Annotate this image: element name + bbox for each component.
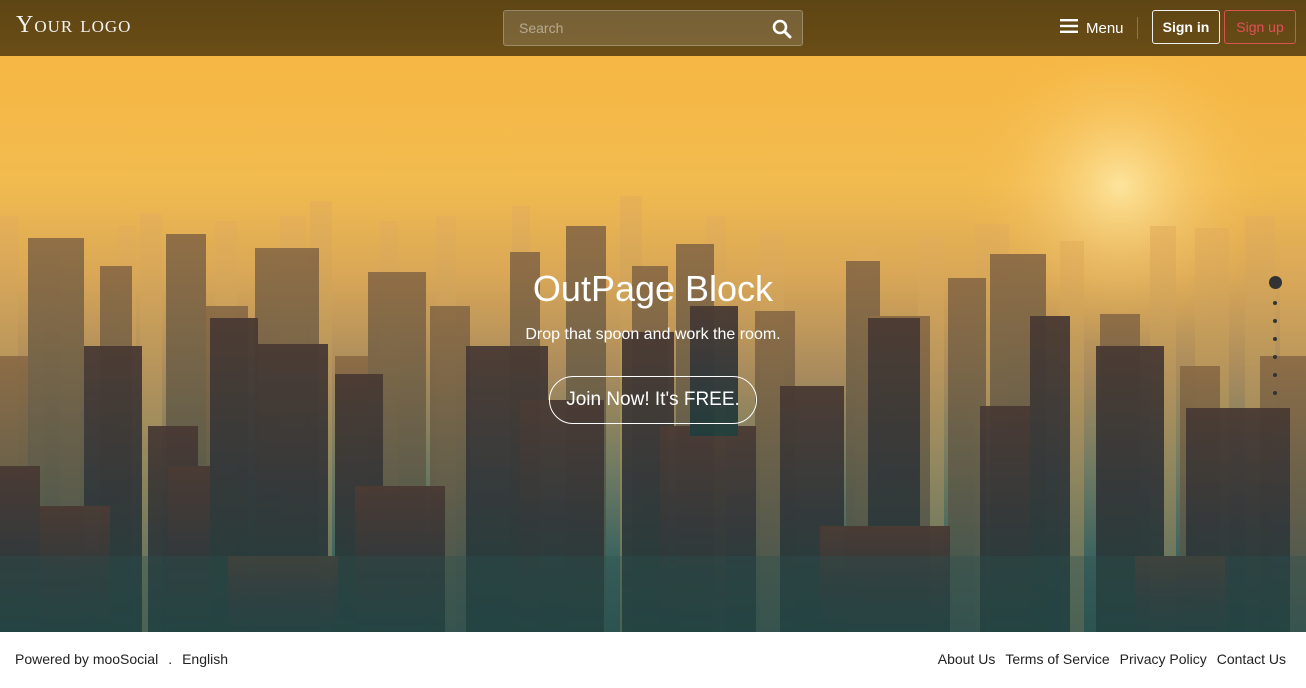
city-skyline-background xyxy=(0,56,1306,632)
slide-dot[interactable] xyxy=(1268,276,1282,289)
slider-pagination xyxy=(1266,276,1284,409)
search-input[interactable] xyxy=(504,11,760,45)
slide-dot[interactable] xyxy=(1273,391,1277,395)
search-box xyxy=(503,10,803,46)
site-logo[interactable]: Your logo xyxy=(16,12,131,39)
footer-link-privacy-policy[interactable]: Privacy Policy xyxy=(1120,651,1207,667)
footer-links: About Us Terms of Service Privacy Policy… xyxy=(938,651,1286,667)
footer-link-terms-of-service[interactable]: Terms of Service xyxy=(1005,651,1109,667)
sign-in-button[interactable]: Sign in xyxy=(1152,10,1220,44)
slide-dot[interactable] xyxy=(1273,355,1277,359)
top-navbar: Your logo Menu Sign in Sign up xyxy=(0,0,1306,56)
hero-subtitle: Drop that spoon and work the room. xyxy=(525,326,781,343)
slide-dot[interactable] xyxy=(1273,337,1277,341)
footer-link-about-us[interactable]: About Us xyxy=(938,651,996,667)
menu-button[interactable]: Menu xyxy=(1060,17,1124,39)
powered-by-link[interactable]: Powered by mooSocial xyxy=(15,651,158,667)
slide-dot[interactable] xyxy=(1273,319,1277,323)
slide-dot[interactable] xyxy=(1273,373,1277,377)
hamburger-icon xyxy=(1060,19,1078,37)
hero-title: OutPage Block xyxy=(532,268,774,309)
footer-link-contact-us[interactable]: Contact Us xyxy=(1217,651,1286,667)
search-icon[interactable] xyxy=(770,17,794,41)
menu-label: Menu xyxy=(1086,19,1124,37)
sign-up-button[interactable]: Sign up xyxy=(1224,10,1296,44)
footer-separator: . xyxy=(168,651,173,667)
join-now-button[interactable]: Join Now! It's FREE. xyxy=(549,376,757,424)
site-footer: Powered by mooSocial . English About Us … xyxy=(0,632,1306,688)
language-selector[interactable]: English xyxy=(182,651,228,667)
hero-banner: OutPage Block Drop that spoon and work t… xyxy=(0,56,1306,632)
slide-dot[interactable] xyxy=(1273,301,1277,305)
divider xyxy=(1137,17,1138,39)
footer-left: Powered by mooSocial . English xyxy=(15,651,228,667)
